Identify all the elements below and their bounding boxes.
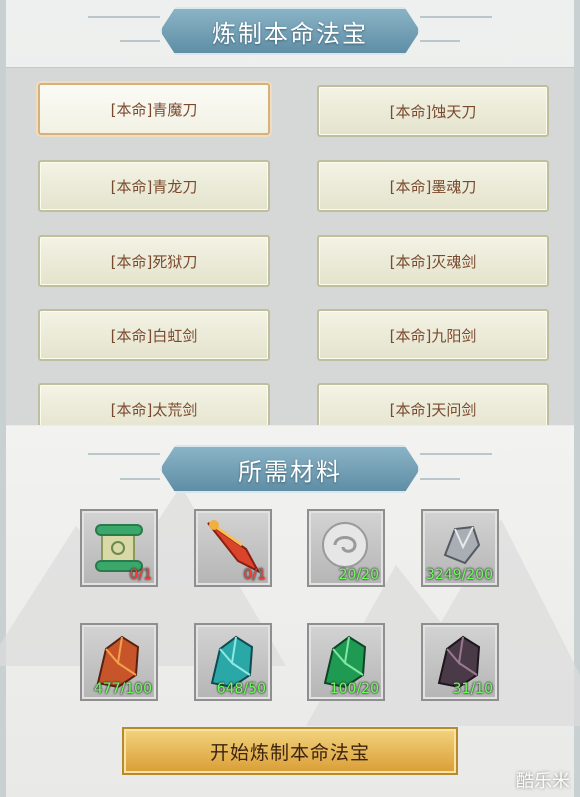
- material-slot[interactable]: 31/10: [421, 623, 499, 701]
- material-count: 100/20: [329, 681, 379, 697]
- title-decoration-left-lower: [120, 40, 160, 42]
- weapon-button-jiuyang[interactable]: [本命]九阳剑: [317, 309, 549, 361]
- page-title: 炼制本命法宝: [160, 7, 420, 55]
- weapon-button-siyu[interactable]: [本命]死狱刀: [38, 235, 270, 287]
- watermark: 酷乐米: [516, 771, 570, 792]
- section-decoration-left-lower: [120, 478, 160, 480]
- weapon-button-taihuang[interactable]: [本命]太荒剑: [38, 383, 270, 425]
- material-count: 3249/200: [425, 567, 493, 583]
- weapon-button-tianwen[interactable]: [本命]天问剑: [317, 383, 549, 425]
- materials-title: 所需材料: [160, 445, 420, 493]
- material-count: 20/20: [338, 567, 379, 583]
- material-slot[interactable]: 648/50: [194, 623, 272, 701]
- material-slot[interactable]: 0/1: [80, 509, 158, 587]
- section-decoration-right-lower: [420, 478, 460, 480]
- material-slot[interactable]: 20/20: [307, 509, 385, 587]
- material-count: 648/50: [216, 681, 266, 697]
- title-decoration-right: [420, 16, 492, 18]
- material-slot[interactable]: 0/1: [194, 509, 272, 587]
- title-decoration-right-lower: [420, 40, 460, 42]
- material-count: 31/10: [452, 681, 493, 697]
- material-count: 0/1: [243, 567, 266, 583]
- weapon-button-miehun[interactable]: [本命]灭魂剑: [317, 235, 549, 287]
- title-decoration-left: [88, 16, 160, 18]
- weapon-button-baihong[interactable]: [本命]白虹剑: [38, 309, 270, 361]
- weapon-button-qingmo[interactable]: [本命]青魔刀: [38, 83, 270, 135]
- material-count: 0/1: [129, 567, 152, 583]
- weapon-list[interactable]: [本命]青魔刀 [本命]蚀天刀 [本命]青龙刀 [本命]墨魂刀 [本命]死狱刀 …: [6, 67, 574, 425]
- start-crafting-button[interactable]: 开始炼制本命法宝: [122, 727, 458, 775]
- weapon-button-qinglong[interactable]: [本命]青龙刀: [38, 160, 270, 212]
- material-slot[interactable]: 100/20: [307, 623, 385, 701]
- section-decoration-right: [420, 453, 492, 455]
- section-decoration-left: [88, 453, 160, 455]
- material-slot[interactable]: 3249/200: [421, 509, 499, 587]
- material-slot[interactable]: 477/100: [80, 623, 158, 701]
- weapon-button-mohun[interactable]: [本命]墨魂刀: [317, 160, 549, 212]
- material-count: 477/100: [93, 681, 152, 697]
- weapon-button-shitian[interactable]: [本命]蚀天刀: [317, 85, 549, 137]
